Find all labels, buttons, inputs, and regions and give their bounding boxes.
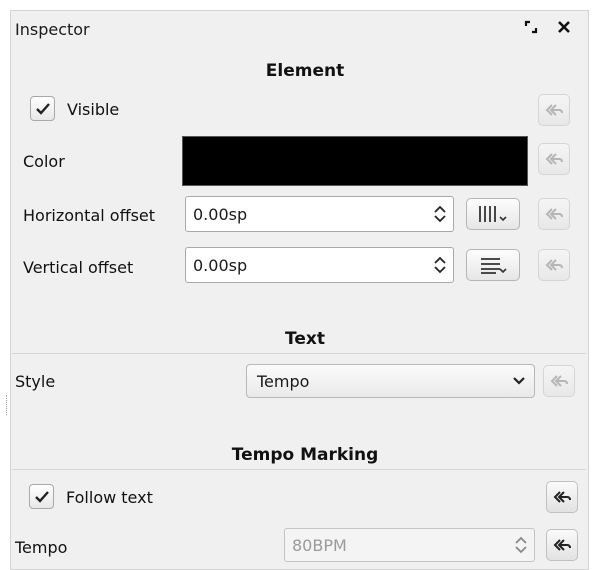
section-divider	[12, 469, 586, 470]
horizontal-offset-label: Horizontal offset	[23, 206, 156, 225]
vertical-offset-reset-button[interactable]	[538, 249, 570, 281]
section-element-heading: Element	[265, 61, 345, 81]
check-icon	[35, 102, 50, 115]
horizontal-offset-reset-button[interactable]	[538, 198, 570, 230]
visible-reset-button[interactable]	[538, 94, 570, 126]
vertical-offset-spinbox[interactable]: 0.00sp	[185, 247, 454, 283]
spin-arrows-icon[interactable]	[433, 255, 447, 275]
visible-label: Visible	[67, 100, 120, 119]
follow-text-reset-button[interactable]	[546, 481, 578, 513]
follow-text-label: Follow text	[66, 488, 153, 507]
visible-checkbox[interactable]	[30, 96, 55, 121]
vertical-align-button[interactable]	[466, 249, 520, 281]
vertical-offset-value: 0.00sp	[193, 255, 248, 275]
close-icon[interactable]	[553, 18, 575, 40]
resize-grip[interactable]	[6, 395, 10, 415]
reset-undo-icon	[545, 208, 563, 220]
chevron-down-icon	[513, 377, 525, 385]
horizontal-align-button[interactable]	[466, 198, 520, 230]
inspector-panel	[10, 10, 589, 570]
reset-undo-icon	[545, 153, 563, 165]
float-icon[interactable]	[520, 18, 542, 40]
vertical-offset-label: Vertical offset	[23, 258, 134, 277]
check-icon	[34, 490, 49, 503]
style-dropdown-value: Tempo	[257, 371, 310, 391]
horizontal-align-icon	[479, 206, 507, 222]
tempo-label: Tempo	[15, 538, 68, 557]
reset-undo-icon	[553, 491, 571, 503]
section-text-heading: Text	[285, 329, 325, 349]
reset-undo-icon	[550, 375, 568, 387]
color-label: Color	[23, 152, 65, 171]
color-swatch[interactable]	[182, 136, 528, 186]
spin-arrows-icon[interactable]	[433, 204, 447, 224]
horizontal-offset-spinbox[interactable]: 0.00sp	[185, 196, 454, 232]
reset-undo-icon	[545, 104, 563, 116]
reset-undo-icon	[553, 539, 571, 551]
style-reset-button[interactable]	[543, 365, 575, 397]
reset-undo-icon	[545, 259, 563, 271]
color-reset-button[interactable]	[538, 143, 570, 175]
section-tempo-marking-heading: Tempo Marking	[231, 445, 379, 465]
style-dropdown[interactable]: Tempo	[246, 364, 535, 398]
spin-arrows-icon[interactable]	[514, 535, 528, 555]
section-divider	[12, 353, 586, 354]
tempo-reset-button[interactable]	[546, 529, 578, 561]
horizontal-offset-value: 0.00sp	[193, 204, 248, 224]
follow-text-checkbox[interactable]	[29, 484, 54, 509]
panel-title: Inspector	[15, 20, 90, 39]
tempo-spinbox[interactable]: 80BPM	[284, 528, 535, 562]
tempo-value: 80BPM	[292, 535, 347, 555]
style-label: Style	[15, 372, 56, 391]
vertical-align-icon	[481, 258, 507, 274]
